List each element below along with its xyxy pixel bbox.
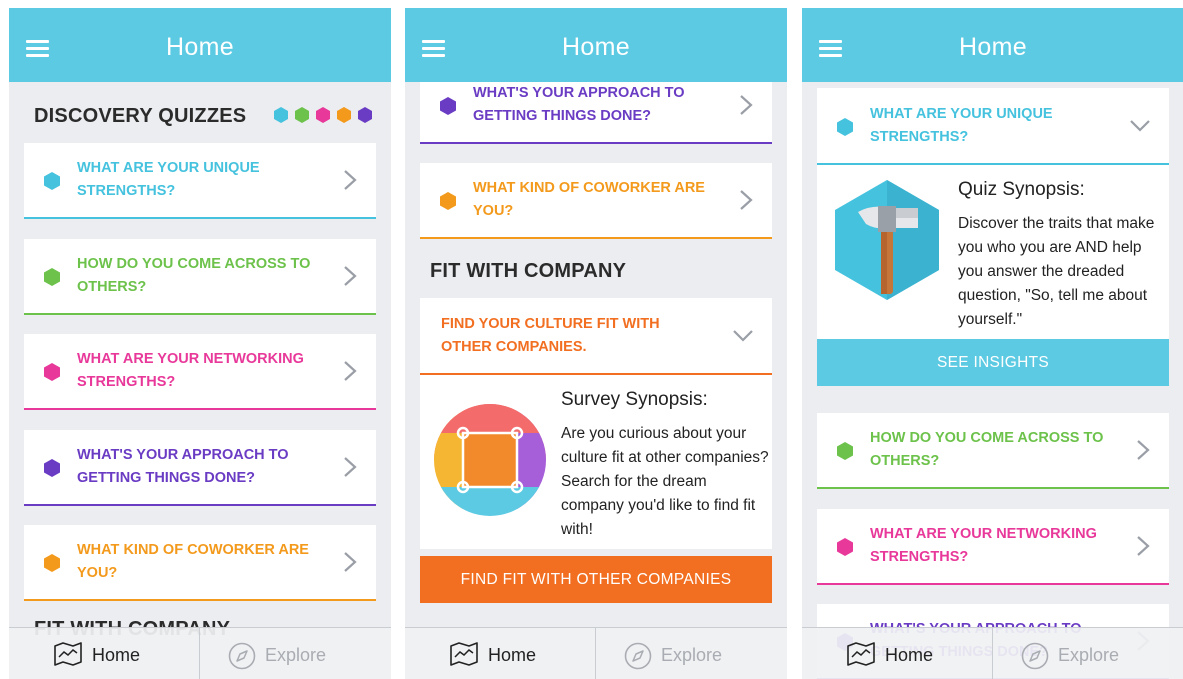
hexagon-icon bbox=[837, 118, 853, 136]
quiz-label: What are your unique strengths? bbox=[77, 160, 260, 199]
quiz-label: What are your unique strengths? bbox=[870, 105, 1053, 145]
culture-fit-card[interactable]: Find your culture fit with other compani… bbox=[420, 298, 772, 375]
map-icon bbox=[450, 642, 478, 666]
hexagon-icon bbox=[44, 172, 60, 190]
quiz-label: What kind of coworker are you? bbox=[77, 542, 309, 581]
nav-explore-label: Explore bbox=[661, 645, 723, 665]
synopsis-title: Survey Synopsis: bbox=[561, 389, 708, 410]
chevron-right-icon[interactable] bbox=[738, 94, 754, 116]
page-title: Home bbox=[166, 33, 234, 61]
chevron-right-icon[interactable] bbox=[1135, 439, 1151, 461]
bottom-nav: Home Explore bbox=[405, 627, 787, 679]
hexagon-icon bbox=[44, 554, 60, 572]
page-title: Home bbox=[959, 33, 1027, 61]
hexagon-icon bbox=[44, 458, 60, 477]
quiz-card[interactable]: What are your networking strengths? bbox=[24, 334, 376, 410]
quiz-card[interactable]: What are your unique strengths? bbox=[24, 143, 376, 219]
section-title: DISCOVERY QUIZZES bbox=[34, 105, 247, 127]
quiz-label: What are your networking strengths? bbox=[77, 351, 304, 390]
chevron-down-icon[interactable] bbox=[732, 329, 754, 343]
nav-explore-tab[interactable]: Explore bbox=[200, 628, 391, 679]
synopsis-title: Quiz Synopsis: bbox=[958, 179, 1085, 200]
compass-icon bbox=[228, 642, 256, 670]
app-header: Home bbox=[802, 8, 1183, 82]
nav-home-label: Home bbox=[488, 645, 537, 665]
colored-hexagons-icon bbox=[274, 107, 372, 123]
app-header: Home bbox=[405, 8, 787, 82]
quiz-label: How do you come across to others? bbox=[870, 430, 1104, 469]
compass-icon bbox=[1021, 642, 1049, 670]
nav-explore-tab[interactable]: Explore bbox=[596, 628, 787, 679]
quiz-card[interactable]: What kind of coworker are you? bbox=[420, 163, 772, 239]
quiz-card[interactable]: What kind of coworker are you? bbox=[24, 525, 376, 601]
nav-home-label: Home bbox=[92, 645, 141, 665]
chevron-down-icon[interactable] bbox=[1129, 119, 1151, 133]
quiz-label: What's your approach to getting things d… bbox=[77, 446, 289, 486]
find-fit-button[interactable]: FIND FIT WITH OTHER COMPANIES bbox=[420, 556, 772, 603]
page-title: Home bbox=[562, 33, 630, 61]
map-icon bbox=[54, 642, 82, 666]
bottom-nav: Home Explore bbox=[802, 627, 1183, 679]
hexagon-icon bbox=[44, 363, 60, 381]
hexagon-icon bbox=[440, 97, 456, 115]
hexagon-icon bbox=[440, 192, 456, 210]
quiz-synopsis-panel: Quiz Synopsis: Discover the traits that … bbox=[817, 165, 1169, 339]
screen-quiz-expanded: Home What are your unique strengths? Qui… bbox=[802, 8, 1183, 679]
quiz-card[interactable]: How do you come across to others? bbox=[24, 238, 376, 315]
hexagon-icon bbox=[837, 537, 853, 556]
culture-fit-label: Find your culture fit with other compani… bbox=[441, 315, 660, 355]
quiz-card[interactable]: What are your networking strengths? bbox=[817, 508, 1169, 585]
synopsis-body: Discover the traits that make you who yo… bbox=[958, 215, 1155, 328]
main-content: What are your unique strengths? Quiz Syn… bbox=[802, 82, 1183, 679]
main-content: What's your approach to getting things d… bbox=[405, 68, 787, 679]
quiz-card[interactable]: What's your approach to getting things d… bbox=[24, 429, 376, 506]
nav-explore-label: Explore bbox=[265, 645, 327, 665]
puzzle-circle-icon bbox=[434, 404, 546, 516]
map-icon bbox=[847, 642, 875, 666]
quiz-card[interactable]: How do you come across to others? bbox=[817, 413, 1169, 489]
screen-fit-with-company: Home What's your approach to getting thi… bbox=[405, 8, 787, 679]
nav-home-tab[interactable]: Home bbox=[405, 628, 596, 679]
survey-synopsis-panel: Survey Synopsis: Are you curious about y… bbox=[420, 375, 772, 549]
app-header: Home bbox=[9, 8, 391, 82]
unique-strengths-card[interactable]: What are your unique strengths? bbox=[817, 88, 1169, 165]
nav-home-label: Home bbox=[885, 645, 934, 665]
quiz-label: What kind of coworker are you? bbox=[473, 180, 705, 219]
nav-explore-tab[interactable]: Explore bbox=[993, 628, 1183, 679]
synopsis-body: Are you curious about your culture fit a… bbox=[561, 425, 769, 538]
quiz-label: What's your approach to getting things d… bbox=[473, 85, 685, 124]
compass-icon bbox=[624, 642, 652, 670]
nav-home-tab[interactable]: Home bbox=[9, 628, 200, 679]
chevron-right-icon[interactable] bbox=[342, 169, 358, 191]
nav-explore-label: Explore bbox=[1058, 645, 1120, 665]
chevron-right-icon[interactable] bbox=[738, 189, 754, 211]
hammer-icon bbox=[835, 180, 939, 300]
chevron-right-icon[interactable] bbox=[1135, 535, 1151, 557]
nav-home-tab[interactable]: Home bbox=[802, 628, 993, 679]
hexagon-icon bbox=[837, 442, 853, 460]
quiz-label: How do you come across to others? bbox=[77, 255, 311, 295]
chevron-right-icon[interactable] bbox=[342, 551, 358, 573]
chevron-right-icon[interactable] bbox=[342, 265, 358, 287]
main-content: DISCOVERY QUIZZES What are your unique s… bbox=[9, 82, 391, 679]
hexagon-icon bbox=[44, 267, 60, 286]
see-insights-button[interactable]: SEE INSIGHTS bbox=[817, 339, 1169, 386]
bottom-nav: Home Explore bbox=[9, 627, 391, 679]
quiz-label: What are your networking strengths? bbox=[870, 525, 1097, 565]
section-title-fit: FIT WITH COMPANY bbox=[430, 260, 627, 282]
chevron-right-icon[interactable] bbox=[342, 456, 358, 478]
chevron-right-icon[interactable] bbox=[342, 360, 358, 382]
screen-discovery-quizzes: Home DISCOVERY QUIZZES What are your uni… bbox=[9, 8, 391, 679]
